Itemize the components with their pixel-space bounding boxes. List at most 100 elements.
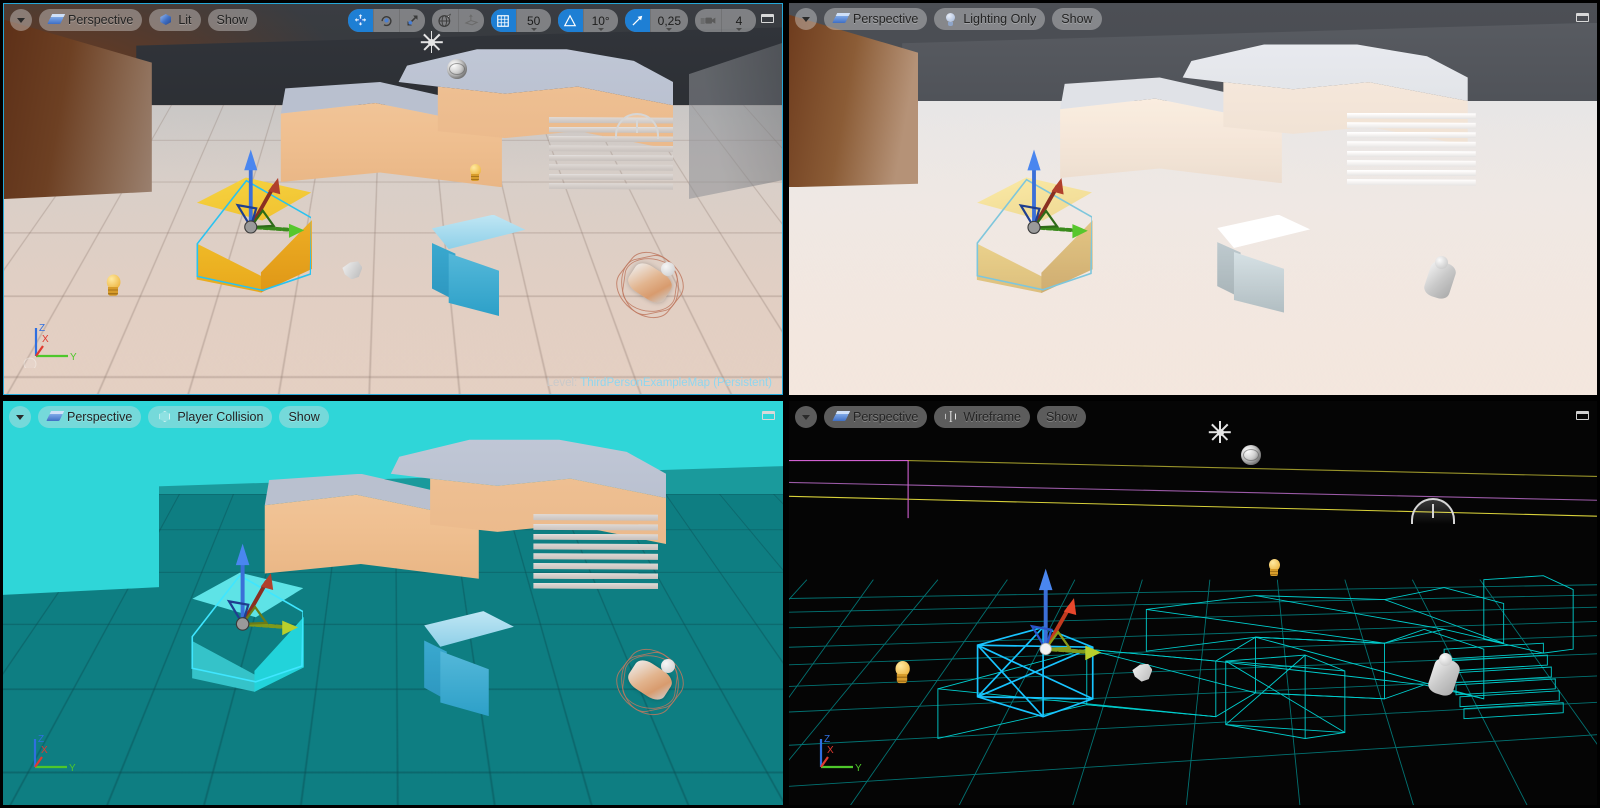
scale-snap-value[interactable]: 0,25	[651, 9, 688, 32]
view-mode-label: Lit	[178, 13, 192, 27]
angle-snap-group[interactable]: 10°	[557, 9, 618, 32]
directional-light-sprite[interactable]	[420, 31, 443, 54]
grid-snap-value[interactable]: 50	[517, 9, 551, 32]
viewport-bottom-right[interactable]: Z Y X Perspective Wireframe Show	[786, 398, 1600, 808]
show-label: Show	[1045, 410, 1078, 424]
surface-snap-button[interactable]	[459, 9, 484, 32]
point-light-sprite-2[interactable]	[892, 660, 913, 687]
translate-mode-button[interactable]	[347, 9, 373, 32]
gizmo-mode-group[interactable]	[347, 9, 425, 32]
viewport-top-left[interactable]: Z Y X Perspective Lit Show 50 10° 0,25 4…	[0, 0, 786, 398]
viewport-options-caret-icon[interactable]	[795, 406, 817, 428]
lit-scene[interactable]: Z Y X	[4, 4, 782, 394]
show-flags-button[interactable]: Show	[279, 406, 329, 428]
scale-snap-icon	[632, 15, 643, 26]
scale-mode-button[interactable]	[400, 9, 425, 32]
camera-type-label: Perspective	[67, 410, 133, 424]
wireframe-scene[interactable]: Z Y X	[789, 401, 1597, 805]
camera-type-button[interactable]: Perspective	[824, 406, 928, 428]
lighting-only-scene[interactable]	[789, 3, 1597, 395]
angle-snap-toggle[interactable]	[557, 9, 583, 32]
restore-viewport-button-bottom-right[interactable]	[1573, 408, 1591, 422]
camera-type-label: Perspective	[68, 13, 134, 27]
viewport-bottom-left[interactable]: Z Y X Perspective Player Collision Show	[0, 398, 786, 808]
directional-light-sprite[interactable]	[1209, 421, 1232, 444]
view-mode-button[interactable]: Wireframe	[934, 406, 1030, 428]
staircase[interactable]	[533, 514, 659, 603]
surface-snap-icon	[464, 14, 479, 26]
viewport-toolbar-bottom-right[interactable]: Perspective Wireframe Show	[795, 406, 1087, 428]
chevron-down-icon[interactable]	[666, 28, 673, 31]
level-name: ThirdPersonExampleMap (Persistent)	[580, 377, 772, 389]
viewport-grid: Z Y X Perspective Lit Show 50 10° 0,25 4…	[0, 0, 1600, 808]
view-mode-button[interactable]: Player Collision	[148, 406, 273, 428]
player-mannequin[interactable]	[606, 638, 694, 726]
blue-cube[interactable]	[431, 214, 526, 316]
selected-orange-cube[interactable]	[975, 175, 1093, 294]
point-light-sprite[interactable]	[467, 163, 483, 184]
player-mannequin[interactable]	[606, 241, 694, 329]
viewport-options-caret-icon[interactable]	[9, 406, 31, 428]
statue-mesh[interactable]	[1423, 651, 1467, 703]
axis-label-x: X	[827, 745, 834, 756]
chevron-down-icon[interactable]	[736, 28, 742, 31]
grid-snap-icon	[497, 14, 509, 27]
camera-speed-icon	[700, 17, 716, 24]
lit-cube-icon	[158, 13, 173, 27]
selected-orange-cube[interactable]	[195, 176, 312, 293]
staircase[interactable]	[1346, 112, 1476, 199]
restore-viewport-button-top-right[interactable]	[1573, 10, 1591, 24]
axis-orientation-widget: Z Y X	[819, 734, 862, 774]
coordinate-group[interactable]	[431, 9, 484, 32]
grid-snap-group[interactable]: 50	[490, 9, 551, 32]
axis-label-y: Y	[855, 763, 862, 774]
viewport-options-caret-icon[interactable]	[795, 8, 817, 30]
scale-snap-value-label: 0,25	[657, 13, 681, 28]
show-flags-button[interactable]: Show	[1052, 8, 1102, 30]
lighting-only-icon	[943, 12, 958, 26]
restore-viewport-button-top-left[interactable]	[758, 11, 776, 25]
grid-snap-toggle[interactable]	[490, 9, 516, 32]
show-flags-button[interactable]: Show	[207, 9, 257, 31]
camera-type-button[interactable]: Perspective	[824, 8, 928, 30]
chevron-down-icon[interactable]	[597, 28, 604, 31]
viewport-toolbar-top-left[interactable]: Perspective Lit Show	[10, 9, 257, 31]
point-light-sprite-2[interactable]	[103, 274, 123, 300]
selected-orange-cube[interactable]	[190, 571, 304, 692]
blue-cube[interactable]	[424, 611, 514, 717]
editor-root: Z Y X Perspective Lit Show 50 10° 0,25 4…	[0, 0, 1600, 808]
camera-type-button[interactable]: Perspective	[38, 406, 142, 428]
coordinate-system-button[interactable]	[432, 9, 458, 32]
restore-viewport-button-bottom-left[interactable]	[759, 408, 777, 422]
view-mode-label: Lighting Only	[963, 12, 1037, 26]
scale-snap-group[interactable]: 0,25	[624, 9, 688, 32]
chevron-down-icon[interactable]	[530, 28, 537, 31]
player-collision-scene[interactable]: Z Y X	[3, 401, 783, 805]
camera-speed-group[interactable]: 4	[695, 9, 756, 32]
camera-speed-value[interactable]: 4	[722, 9, 756, 32]
sky-sphere-sprite[interactable]	[447, 58, 468, 79]
blue-cube[interactable]	[1217, 214, 1311, 313]
viewport-toolbar-top-right[interactable]: Perspective Lighting Only Show	[795, 8, 1102, 30]
view-mode-button[interactable]: Lit	[149, 9, 201, 31]
viewport-top-right[interactable]: Perspective Lighting Only Show	[786, 0, 1600, 398]
viewport-options-caret-icon[interactable]	[10, 9, 32, 31]
rotate-mode-button[interactable]	[374, 9, 399, 32]
camera-type-label: Perspective	[853, 410, 919, 424]
transform-toolbar[interactable]: 50 10° 0,25 4	[347, 9, 756, 32]
scale-gizmo-icon	[407, 15, 418, 26]
show-label: Show	[216, 13, 248, 27]
statue-mesh[interactable]	[1419, 254, 1463, 306]
viewport-toolbar-bottom-left[interactable]: Perspective Player Collision Show	[9, 406, 329, 428]
scale-snap-toggle[interactable]	[624, 9, 650, 32]
point-light-sprite[interactable]	[1266, 558, 1282, 579]
axis-label-y: Y	[70, 352, 77, 363]
show-flags-button[interactable]: Show	[1036, 406, 1087, 428]
camera-speed-button[interactable]	[695, 9, 721, 32]
axis-label-y: Y	[69, 763, 76, 774]
view-mode-button[interactable]: Lighting Only	[934, 8, 1046, 30]
axis-orientation-widget: Z Y X	[33, 734, 76, 774]
camera-type-button[interactable]: Perspective	[39, 9, 143, 31]
axis-label-z: Z	[824, 734, 830, 745]
angle-snap-value[interactable]: 10°	[584, 9, 618, 32]
